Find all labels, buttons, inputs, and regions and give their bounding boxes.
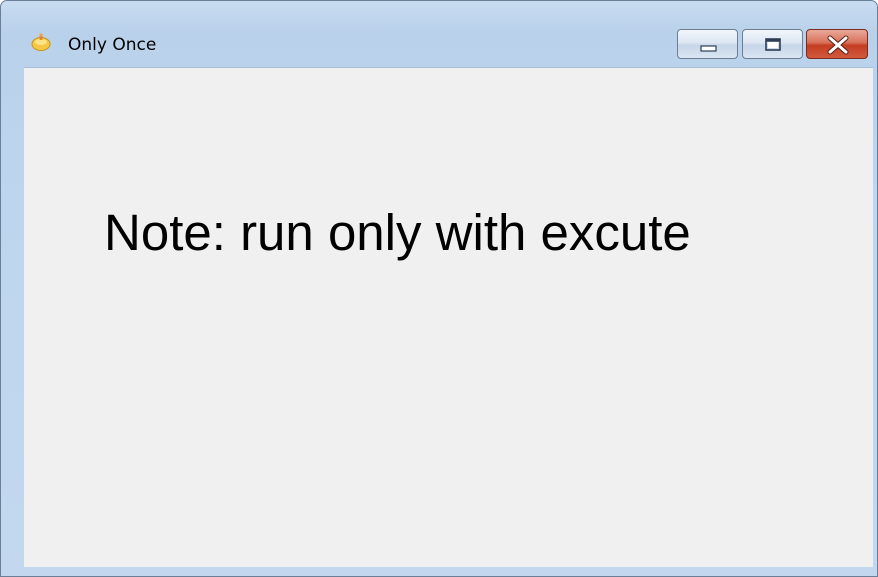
minimize-button[interactable] — [677, 29, 738, 59]
app-window: Only Once Note: run only with excute — [0, 0, 878, 577]
client-area: Note: run only with excute — [24, 67, 873, 567]
maximize-button[interactable] — [742, 29, 803, 59]
app-icon — [31, 33, 51, 51]
close-button[interactable] — [806, 29, 868, 59]
window-title: Only Once — [68, 35, 157, 55]
note-label: Note: run only with excute — [104, 204, 691, 261]
title-bar[interactable]: Only Once — [1, 1, 877, 67]
